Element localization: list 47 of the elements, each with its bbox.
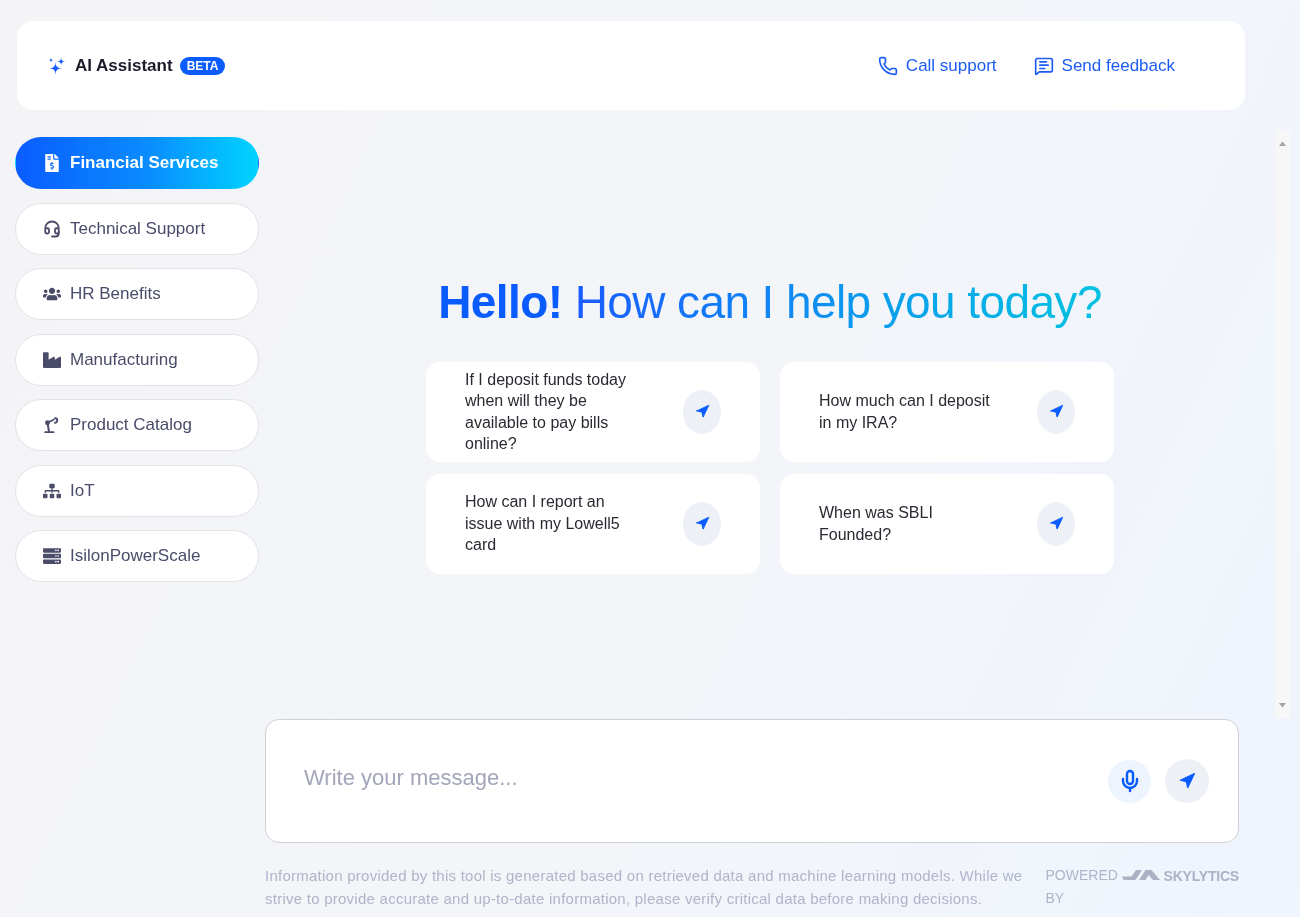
hierarchy-icon	[43, 481, 61, 500]
scrollbar[interactable]	[1275, 130, 1290, 718]
mic-button[interactable]	[1108, 759, 1151, 803]
category-tab[interactable]: Technical Support	[15, 202, 259, 255]
category-tab[interactable]: Manufacturing	[15, 333, 259, 386]
robot-arm-icon	[43, 416, 61, 434]
send-icon	[1048, 516, 1064, 531]
headset-icon	[43, 219, 61, 238]
send-button[interactable]	[1037, 501, 1075, 546]
suggestion-card[interactable]: How much can I deposit in my IRA?	[780, 361, 1114, 462]
powered-by-label: POWERED BY	[1045, 866, 1119, 908]
send-icon	[694, 516, 710, 531]
users-icon	[43, 285, 61, 303]
category-tab[interactable]: HR Benefits	[15, 268, 259, 320]
suggestion-text: When was SBLI Founded?	[819, 503, 934, 545]
category-tab[interactable]: Financial Services	[15, 137, 259, 189]
factory-icon	[43, 350, 61, 369]
category-tab[interactable]: Product Catalog	[15, 399, 259, 451]
send-button[interactable]	[1165, 759, 1209, 803]
header-link[interactable]: Call support	[877, 55, 997, 76]
message-input[interactable]: Write your message...	[304, 748, 1094, 814]
beta-badge: BETA	[179, 56, 226, 75]
suggestion-card[interactable]: How can I report an issue with my Lowell5 card	[426, 473, 760, 574]
suggestion-text: How much can I deposit in my IRA?	[819, 391, 991, 433]
sparkle-icon	[48, 56, 66, 75]
brand-logo-icon	[1121, 870, 1160, 881]
invoice-dollar-icon	[43, 154, 61, 172]
send-icon	[1178, 772, 1196, 790]
app-title: AI Assistant	[75, 55, 173, 76]
message-icon	[1033, 55, 1054, 76]
send-button[interactable]	[683, 389, 721, 434]
header-link[interactable]: Send feedback	[1033, 55, 1175, 76]
suggestion-card[interactable]: When was SBLI Founded?	[780, 473, 1114, 574]
disclaimer-text: Information provided by this tool is generated based on retrieved data and machine learning models. While we strive to provide accurate and up-to-date information, please verify critical data before making decisions.	[265, 866, 1024, 909]
send-icon	[1048, 404, 1064, 419]
suggestion-card[interactable]: If I deposit funds today when will they be available to pay bills online?	[426, 361, 760, 462]
send-icon	[694, 404, 710, 419]
suggestion-text: How can I report an issue with my Lowell5 card	[465, 492, 621, 556]
category-tab[interactable]: IsilonPowerScale	[15, 530, 259, 582]
suggestion-text: If I deposit funds today when will they be available to pay bills online?	[465, 369, 627, 454]
brand-name: SKYLYTICS	[1163, 867, 1239, 884]
message-field[interactable]: Write your message...	[265, 719, 1239, 843]
category-tab[interactable]: IoT	[15, 464, 259, 517]
phone-icon	[877, 55, 898, 76]
send-button[interactable]	[1037, 389, 1075, 434]
server-icon	[43, 547, 61, 565]
send-button[interactable]	[683, 501, 721, 546]
